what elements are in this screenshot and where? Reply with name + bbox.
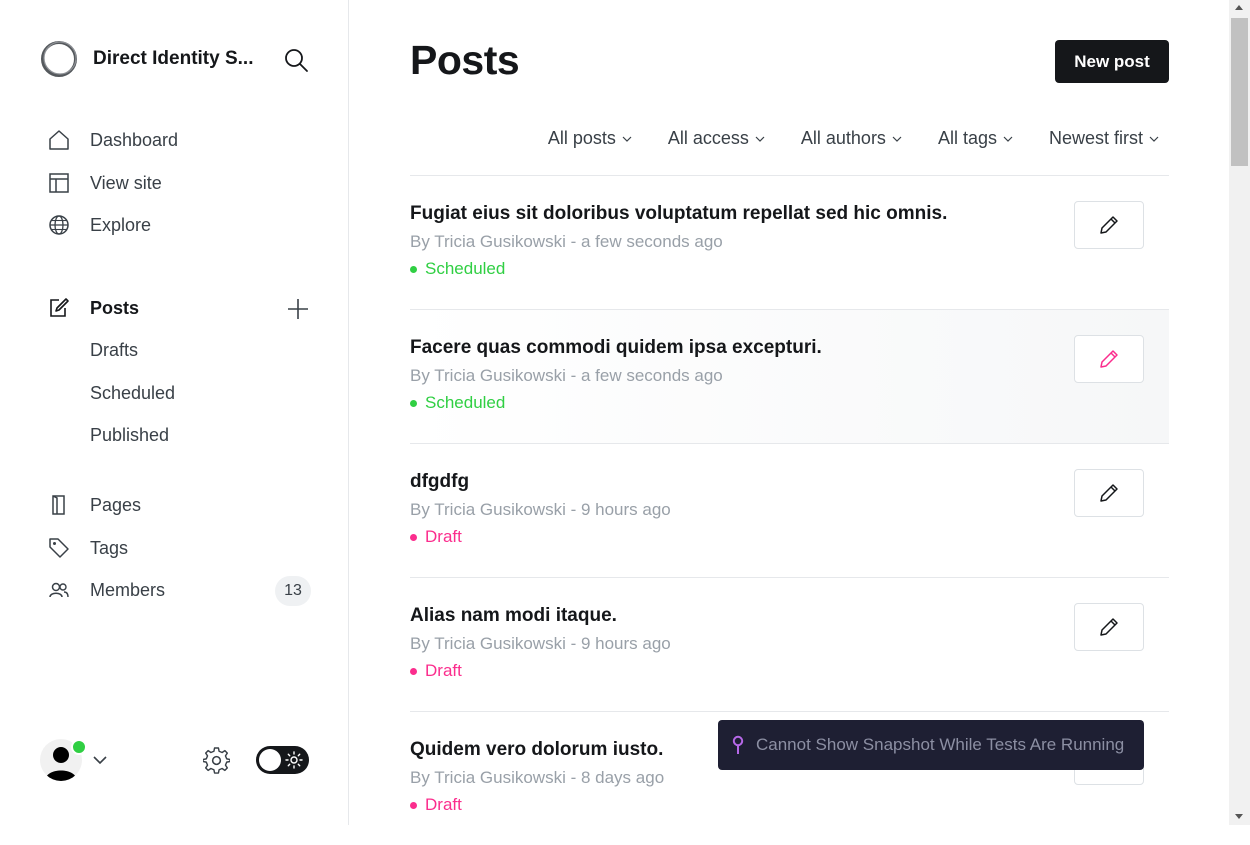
filter-tags[interactable]: All tags: [938, 128, 1013, 149]
post-title[interactable]: Facere quas commodi quidem ipsa exceptur…: [410, 337, 822, 359]
post-meta: By Tricia Gusikowski - 9 hours ago: [410, 634, 671, 653]
chevron-down-icon: [1003, 136, 1013, 142]
status-dot: [410, 265, 417, 273]
status-badge: Scheduled: [410, 393, 505, 413]
status-label: Draft: [425, 795, 462, 814]
brand[interactable]: Direct Identity S...: [40, 40, 253, 78]
nav-tags[interactable]: Tags: [40, 530, 310, 566]
post-row[interactable]: dfgdfg By Tricia Gusikowski - 9 hours ag…: [410, 443, 1169, 577]
status-badge: Draft: [410, 527, 462, 547]
site-logo-icon: [41, 41, 77, 77]
tag-icon: [48, 537, 70, 559]
status-badge: Draft: [410, 795, 462, 815]
post-title[interactable]: Quidem vero dolorum iusto.: [410, 739, 663, 761]
nav-published[interactable]: Published: [90, 425, 169, 446]
new-post-button[interactable]: New post: [1055, 40, 1169, 83]
post-meta: By Tricia Gusikowski - a few seconds ago: [410, 232, 723, 251]
filter-access-label: All access: [667, 128, 749, 148]
post-title[interactable]: dfgdfg: [410, 471, 469, 493]
nav-label-pages: Pages: [90, 494, 142, 515]
chevron-down-icon: [755, 136, 765, 142]
scroll-up-arrow-icon[interactable]: [1235, 5, 1243, 10]
edit-post-button[interactable]: [1074, 469, 1144, 517]
filter-authors-label: All authors: [800, 128, 886, 148]
sidebar: Direct Identity S... Dashboard View site…: [0, 0, 349, 825]
nav-dashboard[interactable]: Dashboard: [40, 122, 310, 158]
pencil-icon: [1100, 618, 1118, 636]
filter-post-type[interactable]: All posts: [548, 128, 632, 149]
pencil-icon: [1100, 216, 1118, 234]
status-label: Draft: [425, 661, 462, 680]
online-status-dot: [71, 739, 87, 755]
page-scrollbar[interactable]: [1229, 0, 1250, 825]
layout-icon: [48, 172, 70, 194]
nav-view-site[interactable]: View site: [40, 165, 310, 201]
filter-post-type-label: All posts: [547, 128, 616, 148]
pages-icon: [48, 494, 70, 516]
nav-members[interactable]: Members: [40, 572, 310, 608]
toast-message: Cannot Show Snapshot While Tests Are Run…: [756, 735, 1125, 754]
nav-label-explore: Explore: [90, 214, 152, 235]
post-row[interactable]: Facere quas commodi quidem ipsa exceptur…: [410, 309, 1169, 443]
nav-label-view-site: View site: [90, 172, 162, 193]
nav-label-members: Members: [90, 579, 166, 600]
status-dot: [410, 533, 417, 541]
pin-icon: [732, 735, 744, 754]
search-icon[interactable]: [283, 47, 309, 73]
status-label: Scheduled: [425, 259, 506, 278]
toggle-knob: [259, 749, 281, 771]
post-meta: By Tricia Gusikowski - 8 days ago: [410, 768, 665, 787]
filter-access[interactable]: All access: [668, 128, 765, 149]
status-label: Scheduled: [425, 393, 506, 412]
post-meta: By Tricia Gusikowski - 9 hours ago: [410, 500, 671, 519]
nav-pages[interactable]: Pages: [40, 487, 310, 523]
edit-post-icon: [48, 297, 70, 319]
nav-drafts[interactable]: Drafts: [90, 340, 138, 361]
status-badge: Scheduled: [410, 259, 505, 279]
add-post-plus-icon[interactable]: [286, 297, 310, 321]
members-count-badge: 13: [275, 576, 311, 606]
nav-label-tags: Tags: [90, 537, 129, 558]
chevron-down-icon: [1149, 136, 1159, 142]
theme-toggle[interactable]: [256, 746, 309, 774]
nav-label-dashboard: Dashboard: [90, 129, 179, 150]
sun-icon: [285, 751, 303, 769]
edit-post-button[interactable]: [1074, 335, 1144, 383]
status-label: Draft: [425, 527, 462, 546]
filter-bar: All posts All access All authors All tag…: [512, 128, 1159, 149]
chevron-down-icon: [622, 136, 632, 142]
page-title: Posts: [410, 37, 520, 83]
filter-tags-label: All tags: [937, 128, 997, 148]
status-badge: Draft: [410, 661, 462, 681]
scroll-down-arrow-icon[interactable]: [1235, 814, 1243, 819]
post-row[interactable]: Alias nam modi itaque. By Tricia Gusikow…: [410, 577, 1169, 711]
home-icon: [48, 129, 70, 151]
nav-explore[interactable]: Explore: [40, 207, 310, 243]
filter-sort-label: Newest first: [1048, 128, 1143, 148]
globe-icon: [48, 214, 70, 236]
nav-posts[interactable]: Posts: [40, 290, 270, 326]
edit-post-button[interactable]: [1074, 603, 1144, 651]
post-meta: By Tricia Gusikowski - a few seconds ago: [410, 366, 723, 385]
chevron-down-icon: [892, 136, 902, 142]
post-title[interactable]: Fugiat eius sit doloribus voluptatum rep…: [410, 203, 947, 225]
filter-sort[interactable]: Newest first: [1049, 128, 1159, 149]
nav-label-posts: Posts: [90, 297, 140, 318]
status-dot: [410, 801, 417, 809]
site-name: Direct Identity S...: [93, 48, 254, 69]
members-icon: [48, 579, 70, 601]
snapshot-toast: Cannot Show Snapshot While Tests Are Run…: [718, 720, 1144, 770]
filter-authors[interactable]: All authors: [801, 128, 902, 149]
scroll-thumb[interactable]: [1231, 18, 1248, 166]
pencil-icon: [1100, 350, 1118, 368]
status-dot: [410, 399, 417, 407]
nav-scheduled[interactable]: Scheduled: [90, 383, 175, 404]
post-row[interactable]: Fugiat eius sit doloribus voluptatum rep…: [410, 175, 1169, 309]
post-title[interactable]: Alias nam modi itaque.: [410, 605, 617, 627]
edit-post-button[interactable]: [1074, 201, 1144, 249]
chevron-down-icon[interactable]: [92, 752, 108, 768]
status-dot: [410, 667, 417, 675]
gear-icon[interactable]: [203, 747, 230, 774]
pencil-icon: [1100, 484, 1118, 502]
